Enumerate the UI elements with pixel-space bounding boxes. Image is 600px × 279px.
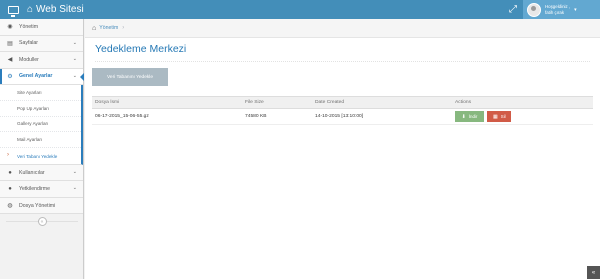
main-content: Yedekleme Merkezi Veri Tabanını Yedekle … [85,38,600,279]
backup-table: Dosya İsmi File Size Date Created Action… [92,96,593,125]
double-chevron-left-icon: « [37,217,47,226]
submenu-genel-ayarlar: Site Ayarları Pop Up Ayarları Gallery Ay… [0,85,83,165]
brand[interactable]: ⌂ Web Sitesi [8,0,84,19]
dashboard-icon: ◉ [7,24,13,31]
download-button[interactable]: ⬇ İndir [455,111,484,122]
sidebar: ◉ Yönetim ▤ Sayfalar ⌄ ◀ Moduller ⌄ ⚙ Ge… [0,19,84,279]
top-navbar: ⌂ Web Sitesi ⤢ Hoşgeldiniz , fatih çırak… [0,0,600,19]
chevron-down-icon: ⌄ [72,56,77,62]
chevron-down-icon: ⌄ [72,39,77,46]
sidebar-item-moduller[interactable]: ◀ Moduller ⌄ [0,52,83,69]
caret-down-icon: ▾ [574,6,577,13]
scroll-to-top-button[interactable]: « [587,266,600,279]
home-icon: ⌂ [27,3,34,15]
users-icon: ● [8,186,12,193]
cogs-icon: ⚙ [7,73,13,80]
column-header-file-name[interactable]: Dosya İsmi [92,96,242,109]
user-name: fatih çırak [545,9,565,15]
sidebar-item-label: Moduller [19,56,39,63]
delete-label: Sil [500,114,506,119]
chevron-down-icon: ⌄ [72,168,77,175]
home-icon: ⌂ [92,24,97,32]
monitor-icon [8,5,19,17]
download-icon: ⬇ [461,113,466,120]
sidebar-item-label: Yetkilendirme [19,186,50,193]
fullscreen-icon[interactable]: ⤢ [503,0,523,19]
sidebar-collapse-toggle[interactable]: « [0,215,84,228]
cell-date-created: 14-10-2015 [13:10:00] [312,108,452,125]
chevron-down-icon: ⌄ [72,72,77,79]
user-greeting: Hoşgeldiniz , [545,4,571,10]
sidebar-item-label: Dosya Yönetimi [19,202,56,209]
column-header-file-size[interactable]: File Size [242,96,312,109]
breadcrumb-separator: › [122,25,125,31]
page-title: Yedekleme Merkezi [95,43,187,55]
sidebar-item-label: Sayfalar [19,40,39,47]
sidebar-item-kullanicilar[interactable]: ● Kullanıcılar ⌄ [0,164,83,182]
delete-button[interactable]: ▦ Sil [487,111,512,122]
user-info: Hoşgeldiniz , fatih çırak [545,4,570,15]
download-label: İndir [468,114,478,119]
user-menu[interactable]: Hoşgeldiniz , fatih çırak ▾ [523,0,600,19]
globe-icon: ◍ [7,203,13,210]
sidebar-item-sayfalar[interactable]: ▤ Sayfalar ⌄ [0,35,83,52]
user-icon: ● [8,169,12,176]
cell-file-name: 06-17-2015_15-06-55.gz [92,108,242,125]
column-header-actions: Actions [452,96,593,109]
chevron-down-icon: ⌄ [72,185,77,192]
cell-actions: ⬇ İndir ▦ Sil [452,108,593,125]
submenu-item-mail-ayarlari[interactable]: Mail Ayarları [0,132,81,149]
sidebar-item-yetkilendirme[interactable]: ● Yetkilendirme ⌄ [0,181,83,198]
submenu-item-popup-ayarlari[interactable]: Pop Up Ayarları [0,101,81,117]
file-icon: ▤ [7,40,13,47]
header-divider [95,61,590,62]
sidebar-item-label: Kullanıcılar [19,169,45,176]
submenu-item-gallery-ayarlari[interactable]: Gallery Ayarları [0,117,81,133]
sidebar-item-yonetim[interactable]: ◉ Yönetim [0,19,83,36]
submenu-item-veri-tabani-yedekle[interactable]: Veri Tabanı Yedekle [0,148,81,164]
app-title: Web Sitesi [36,4,84,15]
bullhorn-icon: ◀ [7,57,13,64]
table-row: 06-17-2015_15-06-55.gz 74580 KB 14-10-20… [92,108,593,125]
cell-file-size: 74580 KB [242,108,312,125]
user-avatar [527,2,541,17]
sidebar-item-dosya-yonetimi[interactable]: ◍ Dosya Yönetimi [0,197,83,215]
submenu-item-site-ayarlari[interactable]: Site Ayarları [0,85,81,101]
sidebar-item-label: Yönetim [19,23,39,30]
column-header-date-created[interactable]: Date Created [312,96,452,109]
sidebar-item-genel-ayarlar[interactable]: ⚙ Genel Ayarlar ⌄ [0,68,84,85]
breadcrumb: ⌂ Yönetim › [85,19,600,38]
backup-database-button[interactable]: Veri Tabanını Yedekle [92,68,168,86]
table-header-row: Dosya İsmi File Size Date Created Action… [92,96,593,109]
sidebar-item-label: Genel Ayarlar [19,73,53,80]
breadcrumb-home-link[interactable]: Yönetim [99,25,118,31]
trash-icon: ▦ [493,113,498,120]
